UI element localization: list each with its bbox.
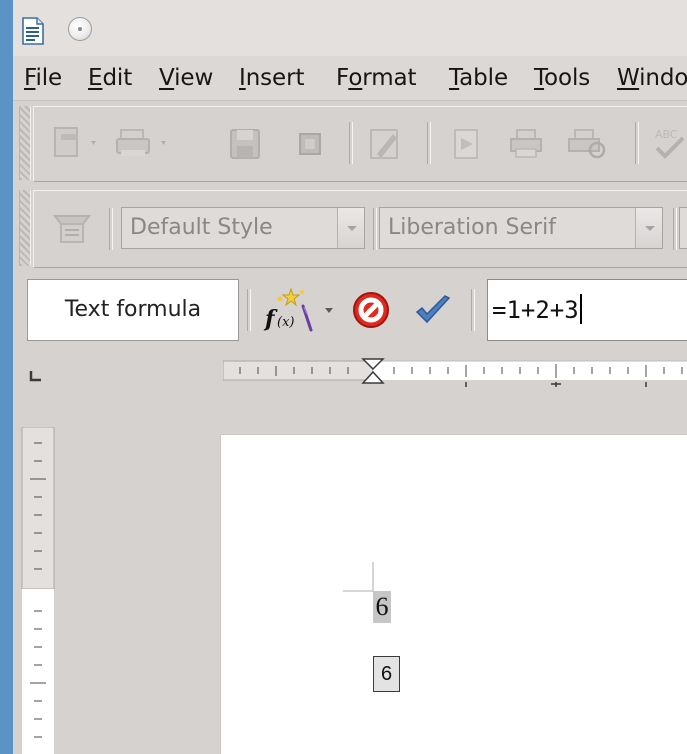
tab-stop-selector-icon[interactable] (29, 370, 43, 382)
menu-bar: File Edit View Insert Format Table Tools… (13, 56, 687, 101)
menu-window[interactable]: Windo (617, 56, 687, 100)
document-page[interactable] (220, 434, 687, 754)
text-cursor (579, 294, 582, 324)
menu-table[interactable]: Table (449, 56, 508, 100)
function-wizard-icon[interactable]: f (x) (261, 286, 319, 334)
accept-checkmark-icon[interactable] (413, 292, 453, 328)
vertical-ruler[interactable] (20, 427, 56, 754)
formatting-toolbar: Default Style Liberation Serif (13, 186, 687, 270)
svg-text:f: f (263, 306, 278, 332)
writer-document-icon (22, 17, 44, 45)
document-icon[interactable] (298, 132, 324, 158)
horizontal-ruler[interactable] (223, 357, 687, 387)
menu-format[interactable]: Format (336, 56, 417, 100)
new-document-icon[interactable] (53, 126, 101, 160)
formula-text: =1+2+3 (492, 296, 579, 324)
menu-edit[interactable]: Edit (88, 56, 132, 100)
styles-icon[interactable] (51, 210, 93, 246)
name-box[interactable]: Text formula (27, 279, 239, 341)
chevron-down-icon[interactable] (337, 208, 364, 248)
menu-insert[interactable]: Insert (239, 56, 304, 100)
window-menu-button[interactable] (68, 17, 92, 41)
print-icon[interactable] (115, 126, 173, 160)
chevron-down-icon[interactable] (323, 306, 335, 316)
formula-input[interactable]: =1+2+3 (487, 279, 687, 341)
formula-field-result[interactable]: 6 (373, 591, 391, 623)
save-icon[interactable] (229, 128, 263, 160)
paragraph-style-combo[interactable]: Default Style (121, 207, 365, 249)
menu-view[interactable]: View (159, 56, 213, 100)
font-name-value: Liberation Serif (388, 215, 556, 240)
formula-field-result-selected[interactable]: 6 (373, 656, 400, 692)
menu-tools[interactable]: Tools (534, 56, 590, 100)
window-left-border (0, 0, 13, 754)
print-preview-icon[interactable] (567, 128, 611, 160)
chevron-down-icon[interactable] (635, 208, 662, 248)
title-bar (13, 0, 687, 56)
cancel-icon[interactable] (351, 290, 391, 330)
toolbar-grip[interactable] (19, 106, 31, 180)
spellcheck-icon[interactable]: ABC (653, 124, 687, 162)
edit-pencil-icon[interactable] (369, 128, 403, 160)
formula-bar: Text formula f (x) =1+2+3 (13, 272, 687, 348)
font-name-combo[interactable]: Liberation Serif (379, 207, 663, 249)
writer-window: File Edit View Insert Format Table Tools… (13, 0, 687, 754)
print-direct-icon[interactable] (507, 128, 547, 160)
paragraph-style-value: Default Style (130, 215, 273, 240)
standard-toolbar: ABC (13, 102, 687, 184)
svg-text:ABC: ABC (655, 128, 678, 141)
font-size-combo[interactable] (679, 207, 687, 249)
toolbar-grip[interactable] (19, 190, 31, 266)
menu-file[interactable]: File (24, 56, 62, 100)
svg-text:(x): (x) (277, 315, 294, 330)
export-pdf-icon[interactable] (451, 128, 485, 160)
